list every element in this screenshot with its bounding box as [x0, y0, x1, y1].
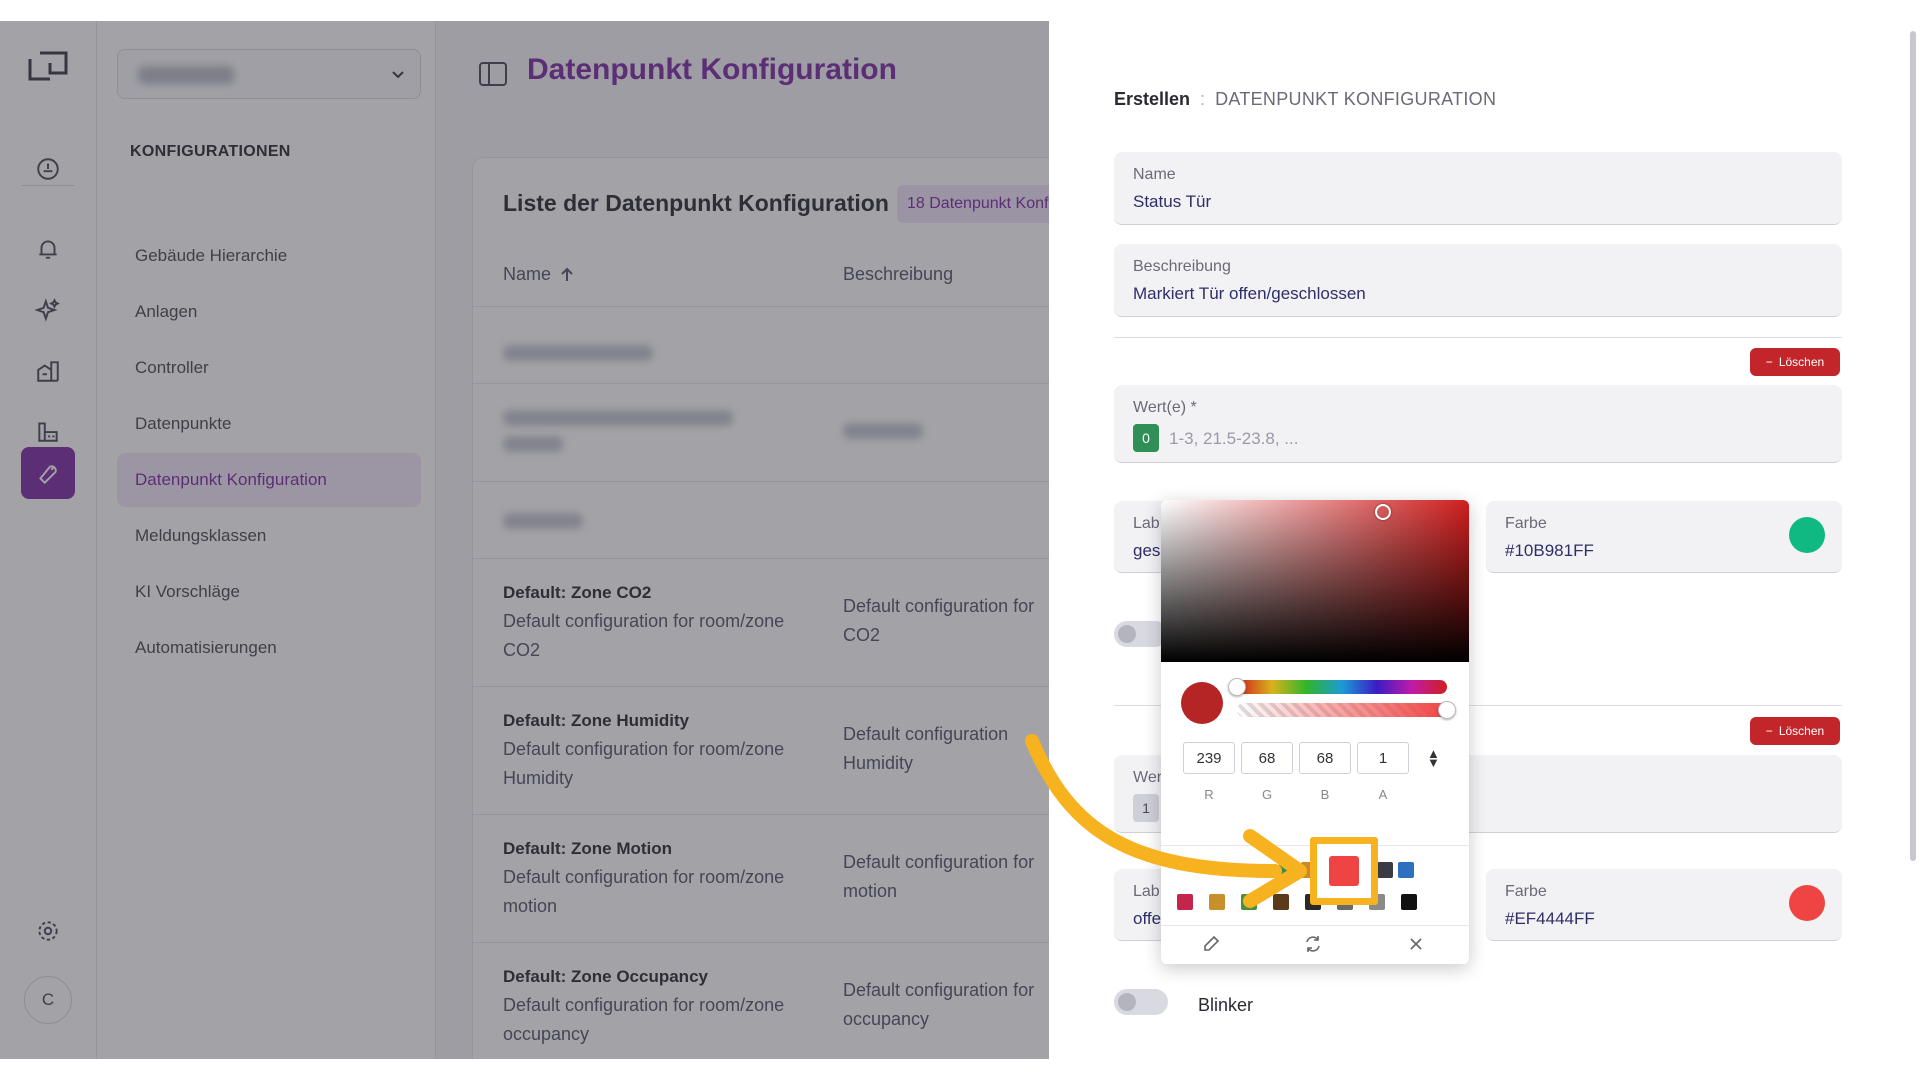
section-divider — [1114, 337, 1842, 338]
color-field-value: #EF4444FF — [1505, 909, 1595, 928]
color-field[interactable]: Farbe #10B981FF — [1486, 501, 1842, 573]
drawer-scrollbar[interactable] — [1910, 31, 1916, 861]
delete-button[interactable]: − Löschen — [1750, 717, 1840, 745]
color-swatch[interactable] — [1789, 517, 1825, 553]
refresh-icon[interactable] — [1303, 934, 1323, 954]
delete-button[interactable]: − Löschen — [1750, 348, 1840, 376]
format-toggle-icon[interactable]: ▲ ▼ — [1427, 747, 1440, 769]
saturation-handle[interactable] — [1375, 504, 1391, 520]
app-window: C KONFIGURATIONEN Gebäude Hierarchie Anl… — [0, 21, 1920, 1059]
values-field[interactable]: Wert(e) * 0 1-3, 21.5-23.8, ... — [1114, 385, 1842, 463]
label-field-value: ges — [1133, 541, 1161, 560]
values-field-placeholder: 1-3, 21.5-23.8, ... — [1169, 429, 1299, 448]
description-field-value: Markiert Tür offen/geschlossen — [1133, 284, 1366, 303]
minus-icon: − — [1765, 355, 1773, 369]
minus-icon: − — [1765, 724, 1773, 738]
swatch[interactable] — [1401, 894, 1417, 910]
hue-slider[interactable] — [1237, 680, 1447, 694]
picker-divider — [1161, 925, 1469, 926]
color-field[interactable]: Farbe #EF4444FF — [1486, 869, 1842, 941]
description-field-label: Beschreibung — [1133, 258, 1231, 275]
description-field[interactable]: Beschreibung Markiert Tür offen/geschlos… — [1114, 244, 1842, 317]
close-icon[interactable] — [1406, 934, 1426, 954]
annotation-arrow — [1025, 734, 1307, 908]
color-field-label: Farbe — [1505, 883, 1547, 900]
blinker-toggle[interactable] — [1114, 621, 1168, 647]
color-field-label: Farbe — [1505, 515, 1547, 532]
red-swatch[interactable] — [1329, 856, 1359, 886]
values-field-label: Wert(e) * — [1133, 399, 1197, 416]
saturation-area[interactable] — [1161, 500, 1469, 662]
swatch[interactable] — [1377, 862, 1393, 878]
hue-slider-handle[interactable] — [1228, 678, 1246, 696]
eyedropper-icon[interactable] — [1201, 934, 1221, 954]
swatch[interactable] — [1398, 862, 1414, 878]
breadcrumb-separator: : — [1200, 89, 1206, 109]
value-chip[interactable]: 0 — [1133, 424, 1159, 452]
color-preview — [1181, 682, 1223, 724]
breadcrumb-current: Erstellen — [1114, 89, 1191, 109]
name-field-label: Name — [1133, 166, 1176, 183]
alpha-input[interactable]: 1 — [1357, 742, 1409, 774]
breadcrumb: Erstellen : DATENPUNKT KONFIGURATION — [1114, 89, 1496, 110]
blinker-toggle[interactable] — [1114, 989, 1168, 1015]
toggle-knob — [1118, 993, 1136, 1011]
name-field[interactable]: Name Status Tür — [1114, 152, 1842, 225]
breadcrumb-parent[interactable]: DATENPUNKT KONFIGURATION — [1215, 89, 1496, 110]
color-swatch[interactable] — [1789, 885, 1825, 921]
label-field-value: offe — [1133, 909, 1162, 928]
label-field-label: Lab — [1133, 515, 1160, 532]
alpha-slider[interactable] — [1237, 703, 1447, 717]
alpha-slider-handle[interactable] — [1438, 701, 1456, 719]
highlighted-swatch[interactable] — [1310, 837, 1378, 905]
alpha-label: A — [1378, 787, 1388, 802]
delete-button-label: Löschen — [1778, 355, 1825, 369]
delete-button-label: Löschen — [1778, 724, 1825, 738]
color-field-value: #10B981FF — [1505, 541, 1594, 560]
modal-backdrop[interactable] — [0, 21, 1049, 1059]
toggle-knob — [1118, 625, 1136, 643]
name-field-value: Status Tür — [1133, 192, 1212, 211]
blinker-label: Blinker — [1198, 995, 1254, 1015]
